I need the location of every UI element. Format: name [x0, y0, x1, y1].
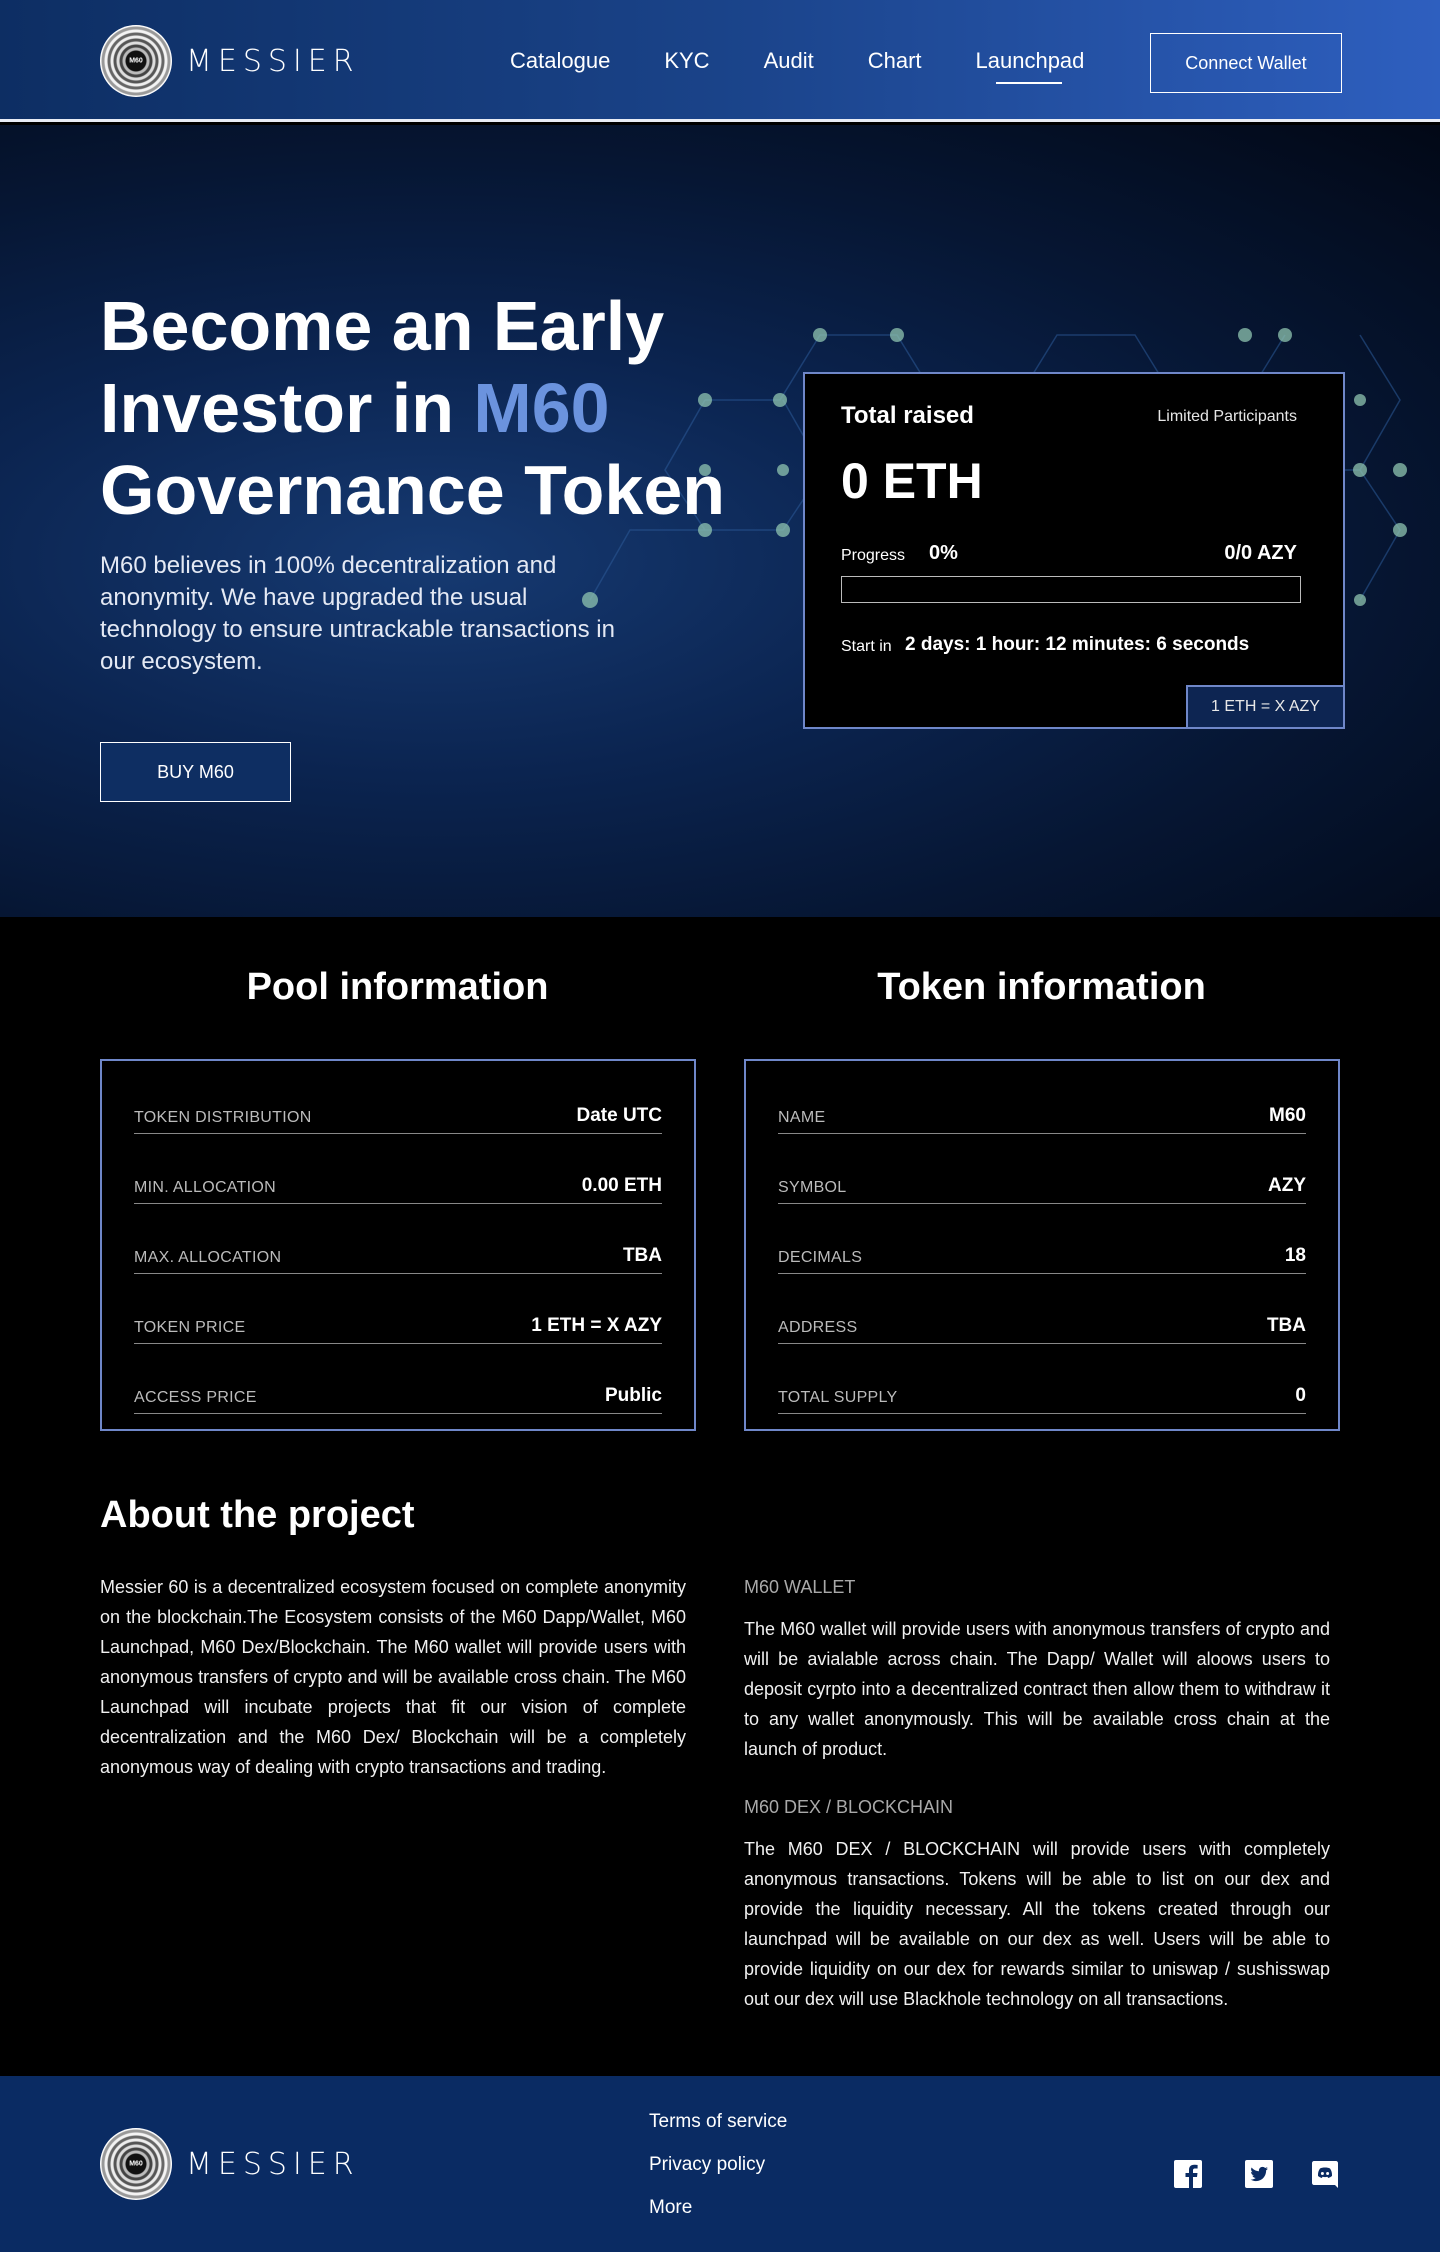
nav-audit[interactable]: Audit [764, 48, 814, 74]
hero-section: Become an Early Investor in M60 Governan… [0, 125, 1440, 917]
footer-logo[interactable]: M60 MESSIER [100, 2128, 360, 2200]
limited-participants-label: Limited Participants [1157, 408, 1297, 425]
token-row-value: 18 [1284, 1245, 1306, 1266]
messier-logo-icon: M60 [100, 2128, 172, 2200]
pool-row-label: ACCESS PRICE [134, 1389, 257, 1406]
pool-row-label: TOKEN PRICE [134, 1319, 246, 1336]
site-header: M60 MESSIER Catalogue KYC Audit Chart La… [0, 0, 1440, 122]
terms-link[interactable]: Terms of service [649, 2111, 787, 2133]
token-row-label: DECIMALS [778, 1249, 863, 1266]
token-row-value: 0 [1295, 1385, 1306, 1406]
progress-tokens: 0/0 AZY [1224, 542, 1297, 564]
token-row-label: ADDRESS [778, 1319, 858, 1336]
pool-row-value: 1 ETH = X AZY [531, 1315, 662, 1336]
about-text: Messier 60 is a decentralized ecosystem … [100, 1577, 686, 1777]
site-footer: M60 MESSIER Terms of service Privacy pol… [0, 2076, 1440, 2252]
messier-logo-icon: M60 [100, 25, 172, 97]
countdown-value: 2 days: 1 hour: 12 minutes: 6 seconds [905, 634, 1250, 655]
about-title: About the project [100, 1494, 415, 1536]
token-info-card: NAME M60 SYMBOL AZY DECIMALS 18 ADDRESS TBA … [744, 1059, 1340, 1431]
token-row-value: AZY [1268, 1175, 1306, 1196]
pool-row: TOKEN DISTRIBUTION Date UTC [134, 1072, 662, 1134]
token-row: SYMBOL AZY [778, 1142, 1306, 1204]
token-info-title: Token information [877, 966, 1206, 1008]
token-row: DECIMALS 18 [778, 1212, 1306, 1274]
pool-row: TOKEN PRICE 1 ETH = X AZY [134, 1282, 662, 1344]
pool-row-value: 0.00 ETH [581, 1175, 662, 1196]
pool-row-value: Public [604, 1385, 662, 1406]
pool-row: MIN. ALLOCATION 0.00 ETH [134, 1142, 662, 1204]
total-raised-card: Total raised Limited Participants 0 ETH … [803, 372, 1345, 729]
nav-launchpad[interactable]: Launchpad [976, 48, 1084, 84]
exchange-rate-badge: 1 ETH = X AZY [1186, 685, 1345, 729]
pool-info-card: TOKEN DISTRIBUTION Date UTC MIN. ALLOCATI… [100, 1059, 696, 1431]
dex-text: The M60 DEX / BLOCKCHAIN will provide us… [744, 1839, 1330, 2009]
token-row: ADDRESS TBA [778, 1282, 1306, 1344]
wallet-text: The M60 wallet will provide users with a… [744, 1619, 1330, 1759]
pool-row-label: MIN. ALLOCATION [134, 1179, 277, 1196]
pool-row: MAX. ALLOCATION TBA [134, 1212, 662, 1274]
main-nav: Catalogue KYC Audit Chart Launchpad [490, 0, 1138, 122]
logo-text: MESSIER [186, 2146, 360, 2182]
hero-title-line2: Investor in [100, 369, 474, 447]
total-raised-title: Total raised [841, 402, 974, 429]
token-row-label: TOTAL SUPPLY [778, 1389, 898, 1406]
pool-info-title: Pool information [246, 966, 549, 1008]
pool-row-label: MAX. ALLOCATION [134, 1249, 282, 1266]
discord-icon[interactable] [1310, 2159, 1340, 2189]
connect-wallet-button[interactable]: Connect Wallet [1150, 33, 1342, 93]
progress-label: Progress [841, 547, 906, 564]
token-row-value: TBA [1266, 1315, 1306, 1336]
header-logo[interactable]: M60 MESSIER [100, 25, 360, 97]
hero-title: Become an Early Investor in M60 Governan… [100, 285, 740, 531]
token-row: NAME M60 [778, 1072, 1306, 1134]
pool-row-value: TBA [622, 1245, 662, 1266]
hero-title-accent: M60 [473, 369, 610, 447]
dex-heading: M60 DEX / BLOCKCHAIN [744, 1797, 954, 1817]
logo-text: MESSIER [186, 43, 360, 79]
token-row: TOTAL SUPPLY 0 [778, 1352, 1306, 1414]
nav-kyc[interactable]: KYC [664, 48, 709, 74]
wallet-heading: M60 WALLET [744, 1577, 856, 1597]
more-link[interactable]: More [649, 2197, 787, 2219]
pool-row-label: TOKEN DISTRIBUTION [134, 1109, 312, 1126]
buy-m60-button[interactable]: BUY M60 [100, 742, 291, 802]
nav-catalogue[interactable]: Catalogue [510, 48, 610, 74]
start-in-label: Start in [841, 638, 892, 655]
twitter-icon[interactable] [1244, 2159, 1274, 2189]
total-raised-amount: 0 ETH [841, 453, 983, 509]
hero-title-line1: Become an Early [100, 287, 665, 365]
pool-row-value: Date UTC [576, 1105, 662, 1126]
token-row-label: SYMBOL [778, 1179, 847, 1196]
progress-percent: 0% [929, 542, 958, 564]
pool-row: ACCESS PRICE Public [134, 1352, 662, 1414]
footer-links: Terms of service Privacy policy More [649, 2111, 787, 2240]
token-row-value: M60 [1269, 1105, 1306, 1126]
nav-chart[interactable]: Chart [868, 48, 922, 74]
facebook-icon[interactable] [1173, 2159, 1203, 2189]
hero-title-line3: Governance Token [100, 451, 726, 529]
token-row-label: NAME [778, 1109, 826, 1126]
hero-description: M60 believes in 100% decentralization an… [100, 552, 615, 675]
progress-bar [841, 576, 1301, 603]
privacy-link[interactable]: Privacy policy [649, 2154, 787, 2176]
